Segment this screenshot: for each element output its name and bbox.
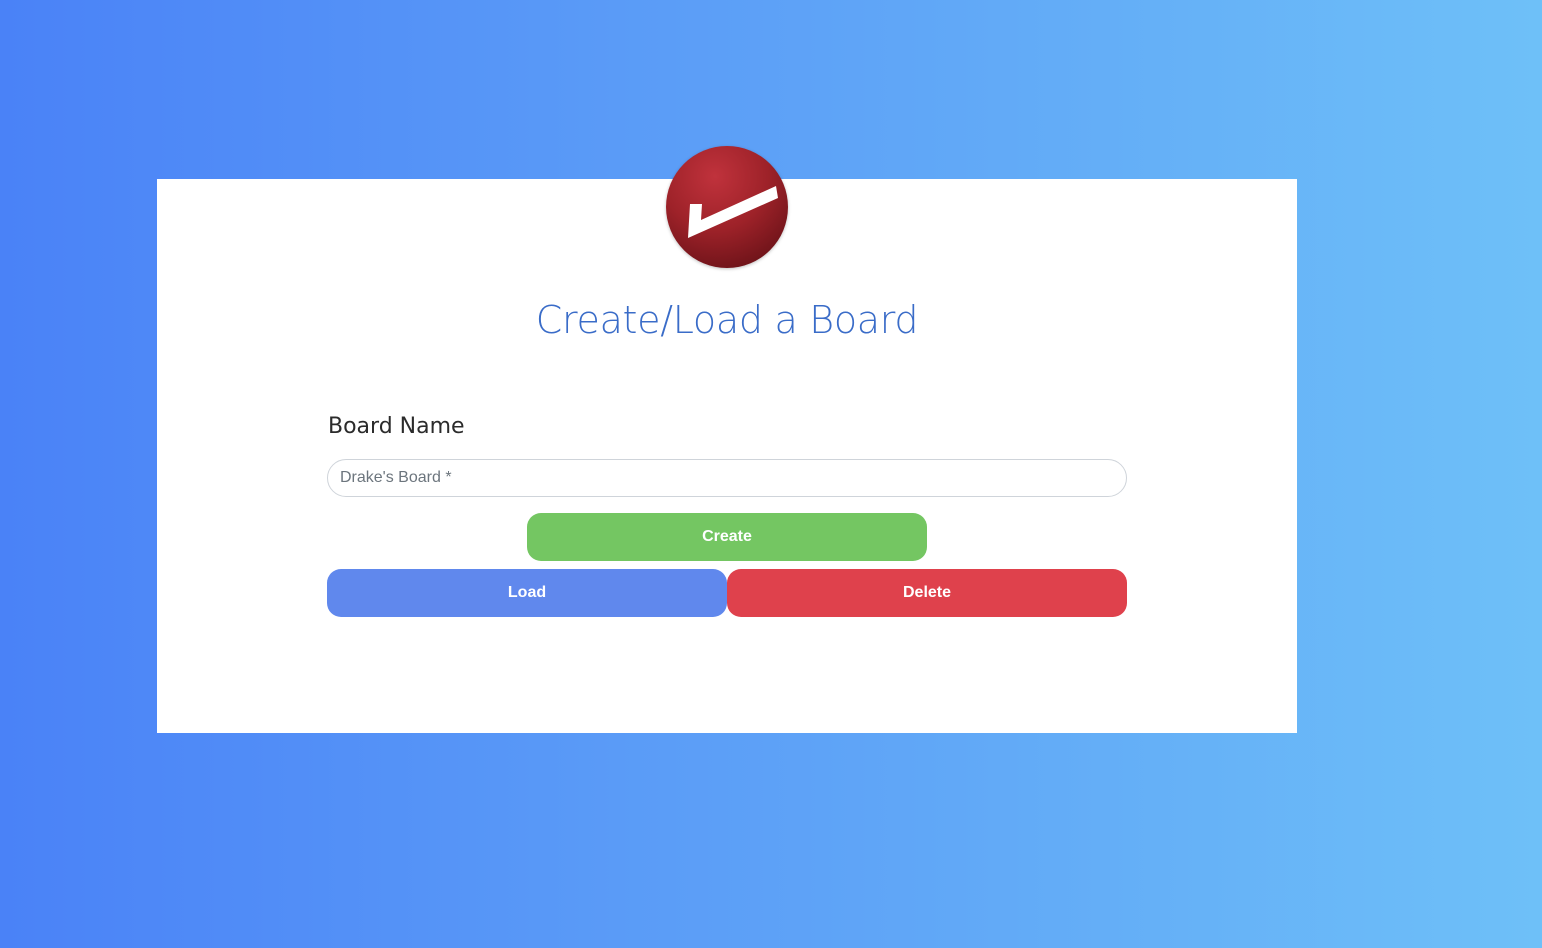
- create-button[interactable]: Create: [527, 513, 927, 561]
- delete-button[interactable]: Delete: [727, 569, 1127, 617]
- load-button[interactable]: Load: [327, 569, 727, 617]
- board-name-label: Board Name: [328, 414, 465, 439]
- board-name-input[interactable]: [327, 459, 1127, 497]
- app-logo: [666, 146, 788, 268]
- page-title: Create/Load a Board: [535, 298, 919, 342]
- checkmark-icon: [688, 186, 778, 238]
